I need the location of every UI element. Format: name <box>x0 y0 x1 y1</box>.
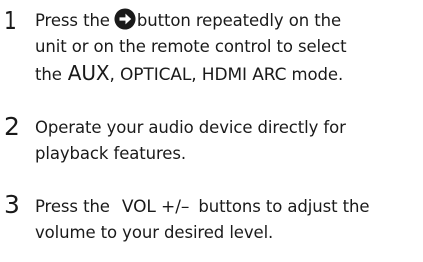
the-text: the <box>35 65 62 84</box>
step-2-line-1: Operate your audio device directly for <box>35 118 346 137</box>
step-3-line-2: volume to your desired level. <box>35 223 274 242</box>
step-number: 1 <box>4 6 17 35</box>
separator: , <box>109 65 115 85</box>
source-arrow-icon <box>114 8 136 30</box>
mode-hdmi-arc-label: HDMI ARC <box>201 65 287 85</box>
separator: , <box>191 65 197 85</box>
step-3-line-1: Press the VOL +/– buttons to adjust the <box>35 194 423 220</box>
press-the-text: Press the <box>35 11 110 30</box>
after-vol-text: buttons to adjust the <box>198 197 370 216</box>
mode-optical-label: OPTICAL <box>119 65 192 85</box>
mode-aux-label: AUX <box>67 61 110 85</box>
step-number: 2 <box>4 112 20 141</box>
vol-button-label: VOL +/– <box>121 197 190 217</box>
press-the-text: Press the <box>35 197 110 216</box>
step-1-line-3: the AUX, OPTICAL, HDMI ARC mode. <box>35 60 423 88</box>
step-1-line-1: Press the button repeatedly on the <box>35 8 423 34</box>
step-2-line-2: playback features. <box>35 144 187 163</box>
step-text: Press the button repeatedly on the unit o… <box>35 8 423 88</box>
after-icon-text: button repeatedly on the <box>136 11 341 30</box>
step-1-line-2: unit or on the remote control to select <box>35 37 347 56</box>
step-number: 3 <box>4 190 20 219</box>
step-text: Operate your audio device directly for p… <box>35 115 423 167</box>
step-text: Press the VOL +/– buttons to adjust the v… <box>35 194 423 246</box>
mode-suffix-text: mode. <box>291 65 344 84</box>
